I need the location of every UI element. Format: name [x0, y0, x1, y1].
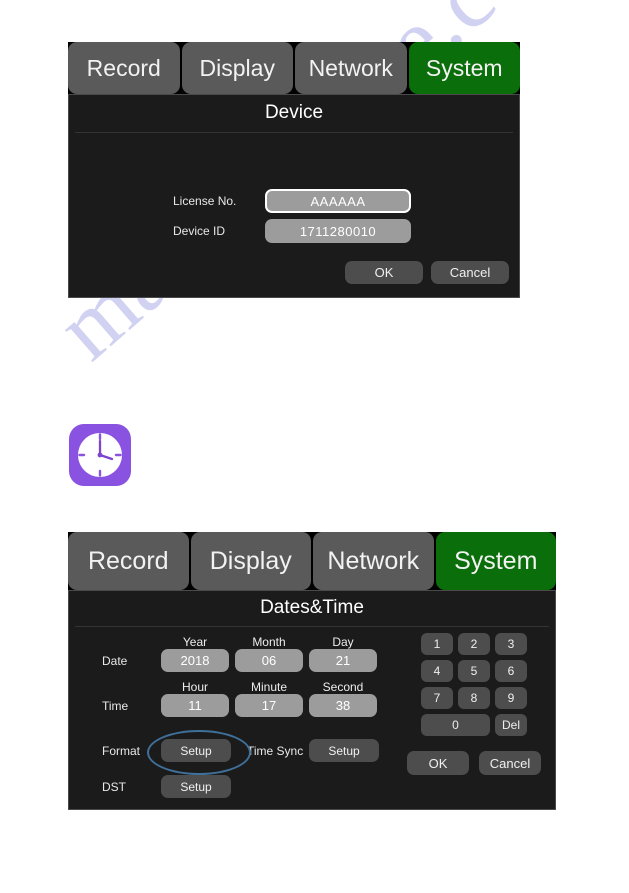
tab-record-2-label: Record: [87, 546, 169, 575]
keypad-key-2-label: 2: [470, 637, 478, 651]
datetime-cancel-button[interactable]: Cancel: [479, 751, 541, 775]
year-header: Year: [182, 635, 208, 649]
numeric-keypad: 1 2 3 4 5 6 7 8 9 0 Del: [421, 633, 533, 743]
datetime-ok-button[interactable]: OK: [407, 751, 469, 775]
datetime-cancel-label: Cancel: [489, 755, 531, 771]
keypad-key-0[interactable]: 0: [421, 714, 490, 736]
format-label: Format: [102, 744, 141, 758]
day-input[interactable]: 21: [309, 649, 377, 672]
format-setup-button[interactable]: Setup: [161, 739, 231, 762]
device-cancel-button[interactable]: Cancel: [431, 261, 509, 284]
page-root: manualshive.com Record Display Network S…: [0, 0, 629, 893]
hour-header: Hour: [181, 680, 208, 694]
tab-network-2[interactable]: Network: [313, 532, 434, 590]
dst-setup-button[interactable]: Setup: [161, 775, 231, 798]
month-input[interactable]: 06: [235, 649, 303, 672]
device-id-input[interactable]: 1711280010: [265, 219, 411, 243]
keypad-key-9-label: 9: [507, 691, 515, 705]
second-value: 38: [335, 698, 351, 713]
keypad-key-1-label: 1: [433, 637, 441, 651]
date-label: Date: [102, 654, 128, 668]
keypad-key-1[interactable]: 1: [421, 633, 453, 655]
datetime-panel-title: Dates&Time: [260, 597, 364, 618]
month-header: Month: [252, 635, 286, 649]
device-ok-button[interactable]: OK: [345, 261, 423, 284]
tab-display-2[interactable]: Display: [190, 532, 311, 590]
keypad-key-4-label: 4: [433, 664, 441, 678]
second-input[interactable]: 38: [309, 694, 377, 717]
minute-input[interactable]: 17: [235, 694, 303, 717]
dst-label: DST: [102, 780, 126, 794]
hour-value: 11: [188, 698, 202, 713]
keypad-key-del[interactable]: Del: [495, 714, 527, 736]
month-value: 06: [261, 653, 277, 668]
datetime-panel-body: Year Month Day Date 2018 06 21 Hour Minu…: [69, 627, 555, 813]
keypad-key-8[interactable]: 8: [458, 687, 490, 709]
tab-network-label: Network: [308, 54, 393, 81]
time-label: Time: [102, 699, 129, 713]
clock-icon: [69, 424, 131, 486]
device-ok-label: OK: [374, 265, 394, 280]
datetime-tabbar: Record Display Network System: [68, 532, 556, 590]
device-tabbar: Record Display Network System: [68, 42, 520, 94]
keypad-key-8-label: 8: [470, 691, 478, 705]
device-panel-body: License No. AAAAAA Device ID 1711280010 …: [69, 133, 519, 297]
keypad-key-0-label: 0: [452, 718, 459, 732]
datetime-screen: Record Display Network System Dates&Time…: [68, 532, 556, 810]
minute-header: Minute: [250, 680, 288, 694]
tab-system[interactable]: System: [408, 42, 520, 94]
keypad-key-6[interactable]: 6: [495, 660, 527, 682]
keypad-key-4[interactable]: 4: [421, 660, 453, 682]
keypad-key-7-label: 7: [433, 691, 441, 705]
tab-record[interactable]: Record: [68, 42, 180, 94]
tab-system-label: System: [425, 54, 503, 81]
tab-record-label: Record: [86, 54, 161, 81]
day-value: 21: [335, 653, 351, 668]
year-input[interactable]: 2018: [161, 649, 229, 672]
keypad-key-3[interactable]: 3: [495, 633, 527, 655]
hour-input[interactable]: 11: [161, 694, 229, 717]
keypad-key-5-label: 5: [470, 664, 478, 678]
license-no-row: License No. AAAAAA: [173, 189, 411, 213]
time-sync-setup-label: Setup: [328, 743, 360, 758]
tab-display-label: Display: [199, 54, 275, 81]
tab-network[interactable]: Network: [295, 42, 407, 94]
keypad-key-6-label: 6: [507, 664, 515, 678]
tab-display[interactable]: Display: [181, 42, 293, 94]
keypad-key-3-label: 3: [507, 637, 515, 651]
format-setup-label: Setup: [180, 743, 212, 758]
license-no-value: AAAAAA: [310, 193, 366, 209]
device-id-value: 1711280010: [299, 223, 377, 239]
clock-icon-background: [69, 424, 131, 486]
license-no-input[interactable]: AAAAAA: [265, 189, 411, 213]
device-cancel-label: Cancel: [449, 265, 491, 280]
device-panel-title: Device: [264, 102, 324, 123]
tab-network-2-label: Network: [327, 546, 420, 575]
tab-record-2[interactable]: Record: [68, 532, 189, 590]
time-sync-label: Time Sync: [247, 744, 304, 758]
device-id-row: Device ID 1711280010: [173, 219, 411, 243]
clock-icon-glyph: [78, 433, 122, 477]
tab-system-2-label: System: [454, 546, 538, 575]
tab-display-2-label: Display: [209, 546, 292, 575]
device-id-label: Device ID: [173, 224, 226, 238]
tab-system-2[interactable]: System: [435, 532, 556, 590]
second-header: Second: [322, 680, 364, 694]
minute-value: 17: [261, 698, 277, 713]
year-value: 2018: [180, 653, 210, 668]
datetime-ok-label: OK: [428, 755, 448, 771]
license-no-label: License No.: [173, 194, 237, 208]
keypad-key-del-label: Del: [501, 718, 520, 732]
dst-setup-label: Setup: [180, 779, 212, 794]
day-header: Day: [332, 635, 354, 649]
keypad-key-5[interactable]: 5: [458, 660, 490, 682]
time-sync-setup-button[interactable]: Setup: [309, 739, 379, 762]
keypad-key-2[interactable]: 2: [458, 633, 490, 655]
device-screen: Record Display Network System Device Lic…: [68, 42, 520, 298]
keypad-key-9[interactable]: 9: [495, 687, 527, 709]
device-panel: Device License No. AAAAAA Device ID 1711…: [68, 94, 520, 298]
keypad-key-7[interactable]: 7: [421, 687, 453, 709]
datetime-panel: Dates&Time Year Month Day Date 2018 06 2…: [68, 590, 556, 810]
